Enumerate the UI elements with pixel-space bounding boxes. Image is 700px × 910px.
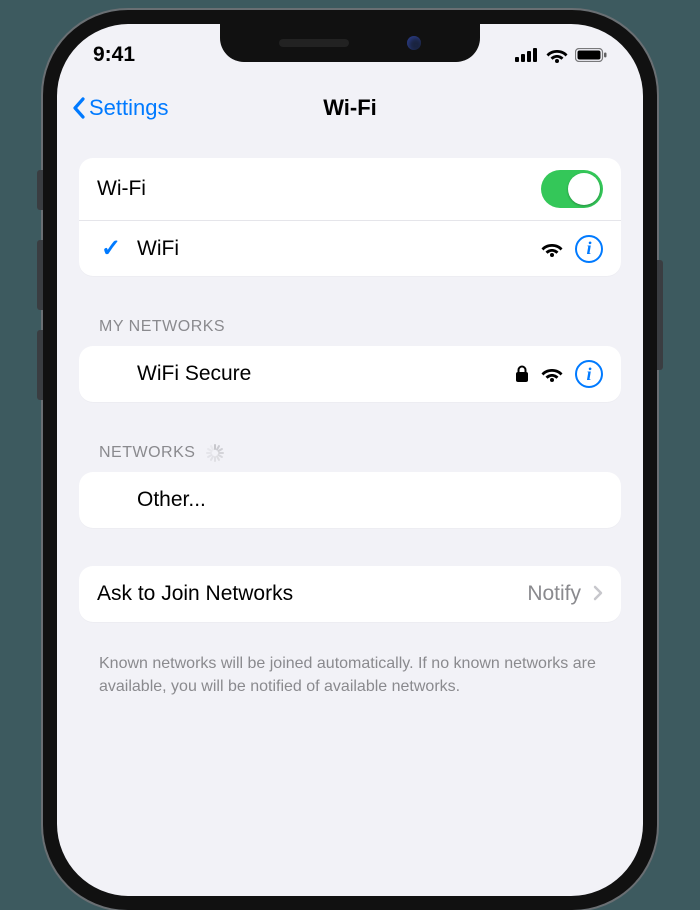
ask-join-row[interactable]: Ask to Join Networks Notify <box>79 566 621 622</box>
wifi-main-group: Wi-Fi ✓ WiFi i <box>79 158 621 276</box>
my-networks-group: WiFi Secure i <box>79 346 621 402</box>
notch <box>220 24 480 62</box>
chevron-right-icon <box>593 581 603 607</box>
checkmark-icon: ✓ <box>97 234 125 263</box>
other-network-row[interactable]: Other... <box>79 472 621 528</box>
chevron-left-icon <box>71 96 87 120</box>
wifi-signal-icon <box>541 366 563 382</box>
back-label: Settings <box>89 95 169 121</box>
info-icon[interactable]: i <box>575 360 603 388</box>
ask-join-label: Ask to Join Networks <box>97 582 515 606</box>
network-name: WiFi Secure <box>137 362 503 386</box>
info-icon[interactable]: i <box>575 235 603 263</box>
connected-network-name: WiFi <box>137 237 529 261</box>
side-button[interactable] <box>657 260 663 370</box>
wifi-toggle-label: Wi-Fi <box>97 177 529 201</box>
spinner-icon <box>205 444 223 462</box>
navigation-bar: Settings Wi-Fi <box>57 78 643 138</box>
networks-header-label: NETWORKS <box>99 444 195 462</box>
lock-icon <box>515 365 529 383</box>
back-button[interactable]: Settings <box>71 95 169 121</box>
wifi-status-icon <box>546 47 568 63</box>
networks-header: NETWORKS <box>79 422 621 472</box>
my-networks-header: MY NETWORKS <box>79 296 621 346</box>
screen: 9:41 <box>57 24 643 896</box>
wifi-toggle-switch[interactable] <box>541 170 603 208</box>
earpiece-speaker <box>279 39 349 47</box>
phone-frame: 9:41 <box>43 10 657 910</box>
mute-switch[interactable] <box>37 170 43 210</box>
network-row[interactable]: WiFi Secure i <box>79 346 621 402</box>
volume-down-button[interactable] <box>37 330 43 400</box>
wifi-toggle-row[interactable]: Wi-Fi <box>79 158 621 220</box>
ask-join-footer: Known networks will be joined automatica… <box>79 642 621 698</box>
volume-up-button[interactable] <box>37 240 43 310</box>
ask-join-group: Ask to Join Networks Notify <box>79 566 621 622</box>
wifi-signal-icon <box>541 241 563 257</box>
connected-network-row[interactable]: ✓ WiFi i <box>79 220 621 276</box>
cellular-signal-icon <box>515 48 539 62</box>
status-time: 9:41 <box>93 43 135 67</box>
battery-icon <box>575 48 607 62</box>
ask-join-value: Notify <box>527 582 581 606</box>
networks-group: Other... <box>79 472 621 528</box>
front-camera <box>407 36 421 50</box>
other-label: Other... <box>137 488 603 512</box>
